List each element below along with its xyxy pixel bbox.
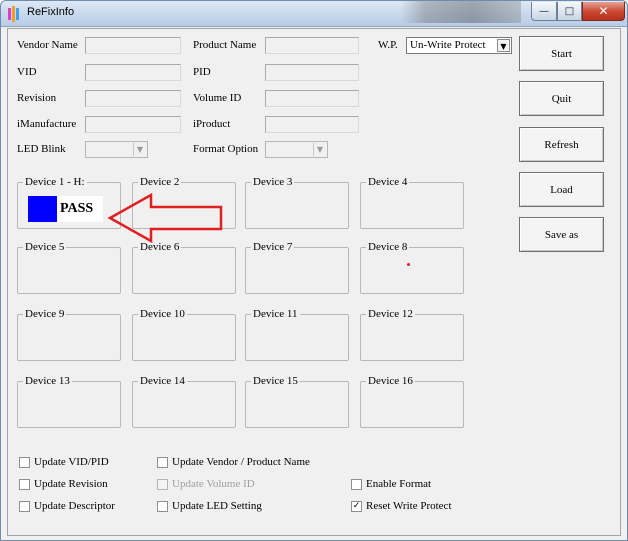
refresh-button[interactable]: Refresh: [519, 127, 604, 162]
device-1-status: PASS: [60, 201, 94, 216]
device-3-label: Device 3: [251, 176, 295, 188]
format-option-select[interactable]: ▼: [265, 141, 328, 158]
enable-format-label[interactable]: Enable Format: [366, 478, 431, 490]
device-1-status-panel: PASS: [28, 196, 103, 222]
led-blink-select[interactable]: ▼: [85, 141, 148, 158]
revision-label: Revision: [17, 92, 57, 104]
device-11-label: Device 11: [251, 308, 300, 320]
update-volume-id-checkbox: [157, 479, 168, 490]
chevron-down-icon[interactable]: ▼: [497, 39, 510, 52]
device-4-group: Device 4: [360, 176, 464, 229]
product-name-field[interactable]: [265, 37, 359, 54]
update-vid-pid-label[interactable]: Update VID/PID: [34, 456, 109, 468]
vendor-name-label: Vendor Name: [17, 39, 78, 51]
device-7-label: Device 7: [251, 241, 295, 253]
update-vendor-product-checkbox[interactable]: [157, 457, 168, 468]
iproduct-field[interactable]: [265, 116, 359, 133]
enable-format-checkbox[interactable]: [351, 479, 362, 490]
device-4-label: Device 4: [366, 176, 410, 188]
device-1-group: Device 1 - H: PASS: [17, 176, 121, 229]
device-7-group: Device 7: [245, 241, 349, 294]
device-13-label: Device 13: [23, 375, 72, 387]
minimize-icon: —: [539, 5, 549, 17]
write-protect-select[interactable]: Un-Write Protect ▼: [406, 37, 512, 54]
device-12-label: Device 12: [366, 308, 415, 320]
pid-field[interactable]: [265, 64, 359, 81]
device-12-group: Device 12: [360, 308, 464, 361]
volume-id-label: Volume ID: [193, 92, 242, 104]
device-10-group: Device 10: [132, 308, 236, 361]
save-as-button[interactable]: Save as: [519, 217, 604, 252]
reset-write-protect-label[interactable]: Reset Write Protect: [366, 500, 452, 512]
client-area: Vendor Name Product Name W.P. Un-Write P…: [7, 28, 621, 536]
vid-field[interactable]: [85, 64, 181, 81]
update-vendor-product-label[interactable]: Update Vendor / Product Name: [172, 456, 310, 468]
update-volume-id-label: Update Volume ID: [172, 478, 255, 490]
reset-write-protect-checkbox[interactable]: ✓: [351, 501, 362, 512]
revision-field[interactable]: [85, 90, 181, 107]
title-bar[interactable]: ReFixInfo — □ ✕: [1, 1, 627, 27]
format-option-label: Format Option: [193, 143, 259, 155]
led-blink-label: LED Blink: [17, 143, 66, 155]
device-9-group: Device 9: [17, 308, 121, 361]
device-14-label: Device 14: [138, 375, 187, 387]
vid-label: VID: [17, 66, 37, 78]
update-led-setting-label[interactable]: Update LED Setting: [172, 500, 262, 512]
window-title: ReFixInfo: [27, 6, 75, 18]
update-revision-checkbox[interactable]: [19, 479, 30, 490]
device-2-label: Device 2: [138, 176, 182, 188]
load-button[interactable]: Load: [519, 172, 604, 207]
app-icon: [8, 6, 19, 22]
device-16-label: Device 16: [366, 375, 415, 387]
pid-label: PID: [193, 66, 211, 78]
maximize-icon: □: [564, 5, 575, 17]
device-13-group: Device 13: [17, 375, 121, 428]
checkmark-icon: ✓: [352, 501, 361, 511]
quit-button[interactable]: Quit: [519, 81, 604, 116]
device-14-group: Device 14: [132, 375, 236, 428]
minimize-button[interactable]: —: [531, 2, 557, 21]
device-1-label: Device 1 - H:: [23, 176, 87, 188]
device-6-group: Device 6: [132, 241, 236, 294]
update-vid-pid-checkbox[interactable]: [19, 457, 30, 468]
imanufacture-label: iManufacture: [17, 118, 77, 130]
write-protect-value: Un-Write Protect: [410, 39, 486, 51]
device-8-label: Device 8: [366, 241, 410, 253]
close-icon: ✕: [598, 4, 609, 18]
chevron-down-icon[interactable]: ▼: [133, 143, 146, 156]
device-9-label: Device 9: [23, 308, 67, 320]
title-bar-decoration: [401, 1, 521, 23]
update-descriptor-checkbox[interactable]: [19, 501, 30, 512]
volume-id-field[interactable]: [265, 90, 359, 107]
imanufacture-field[interactable]: [85, 116, 181, 133]
red-arrow-icon: [107, 192, 223, 244]
device-8-activity-dot: [407, 263, 410, 266]
start-button[interactable]: Start: [519, 36, 604, 71]
update-led-setting-checkbox[interactable]: [157, 501, 168, 512]
product-name-label: Product Name: [193, 39, 257, 51]
device-8-group: Device 8: [360, 241, 464, 294]
vendor-name-field[interactable]: [85, 37, 181, 54]
device-5-label: Device 5: [23, 241, 67, 253]
close-button[interactable]: ✕: [582, 2, 625, 21]
device-10-label: Device 10: [138, 308, 187, 320]
update-revision-label[interactable]: Update Revision: [34, 478, 108, 490]
iproduct-label: iProduct: [193, 118, 231, 130]
device-16-group: Device 16: [360, 375, 464, 428]
wp-label: W.P.: [378, 39, 398, 51]
device-11-group: Device 11: [245, 308, 349, 361]
device-15-group: Device 15: [245, 375, 349, 428]
chevron-down-icon[interactable]: ▼: [313, 143, 326, 156]
maximize-button[interactable]: □: [557, 2, 582, 21]
app-window: ReFixInfo — □ ✕ Vendor Name Product Name…: [0, 0, 628, 541]
device-3-group: Device 3: [245, 176, 349, 229]
pass-indicator: [28, 196, 57, 222]
device-15-label: Device 15: [251, 375, 300, 387]
update-descriptor-label[interactable]: Update Descriptor: [34, 500, 115, 512]
device-5-group: Device 5: [17, 241, 121, 294]
